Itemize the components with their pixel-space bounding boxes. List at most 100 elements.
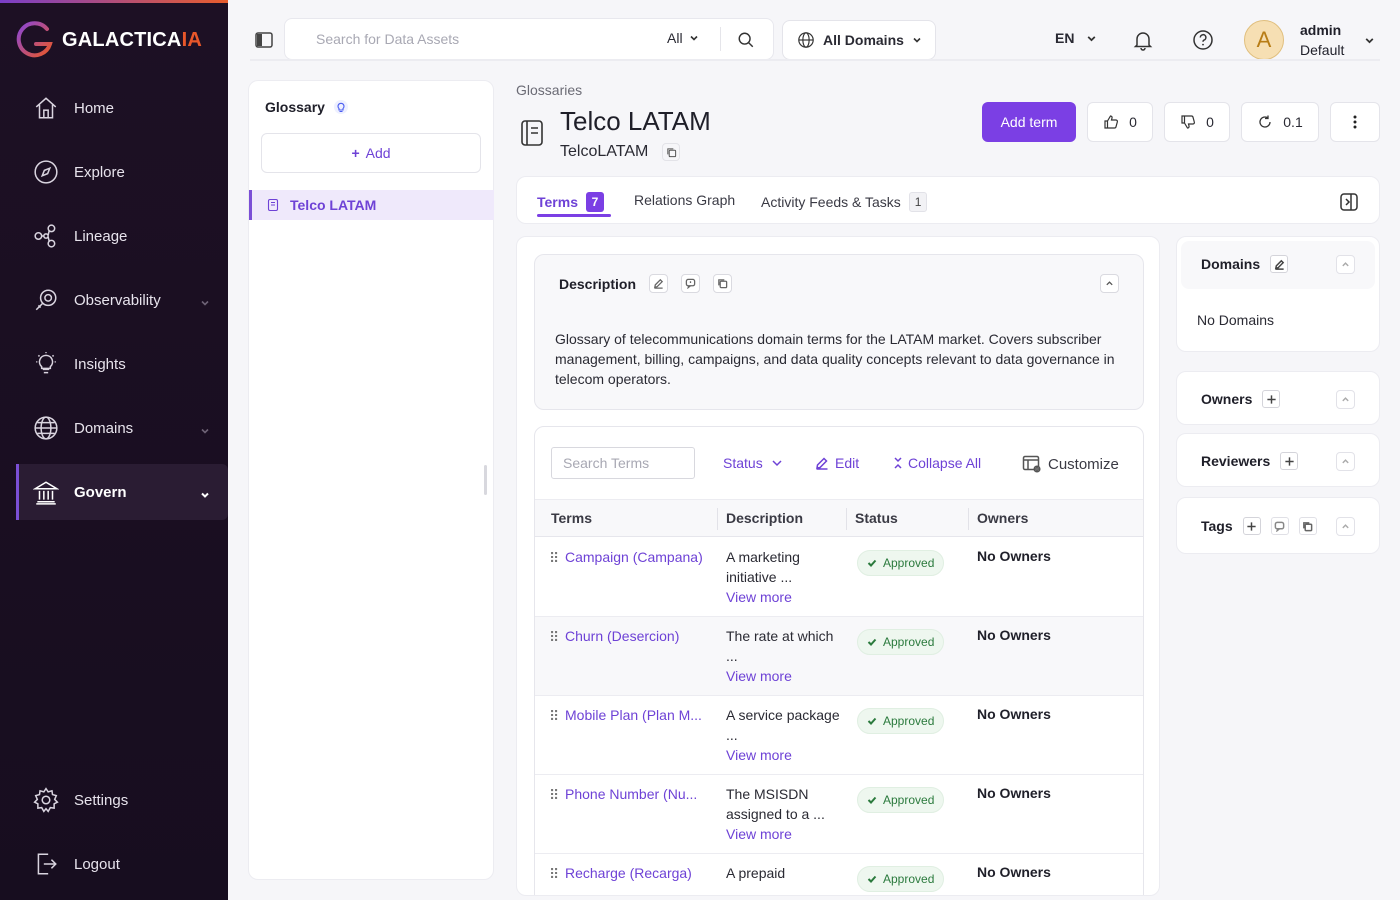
collapse-owners-button[interactable] — [1336, 390, 1355, 409]
help-icon[interactable] — [1192, 29, 1214, 51]
edit-terms-button[interactable]: Edit — [815, 455, 859, 471]
drag-handle-icon[interactable]: ⠿ — [549, 708, 559, 725]
tab-terms[interactable]: Terms 7 — [537, 192, 604, 212]
version-button[interactable]: 0.1 — [1241, 102, 1319, 142]
drag-handle-icon[interactable]: ⠿ — [549, 629, 559, 646]
sidebar-item-label: Govern — [74, 483, 127, 501]
copy-description-button[interactable] — [713, 274, 733, 293]
term-link[interactable]: Campaign (Campana) — [565, 549, 715, 565]
sidebar-item-govern[interactable]: Govern — [16, 464, 228, 520]
column-divider[interactable] — [968, 508, 969, 530]
owners-value: No Owners — [977, 548, 1051, 564]
add-term-button[interactable]: Add term — [982, 102, 1076, 142]
chevron-down-icon[interactable] — [1364, 35, 1375, 46]
term-link[interactable]: Recharge (Recarga) — [565, 865, 715, 881]
language-selector[interactable]: EN — [1055, 30, 1097, 46]
tags-title: Tags — [1201, 517, 1317, 535]
lightbulb-icon — [32, 350, 60, 378]
drag-handle-icon[interactable]: ⠿ — [549, 787, 559, 804]
user-name[interactable]: admin — [1300, 22, 1341, 38]
collapse-all-label: Collapse All — [908, 455, 982, 471]
divider — [250, 59, 1380, 61]
term-description-text: A service package ... — [726, 707, 840, 743]
sidebar-item-settings[interactable]: Settings — [16, 772, 228, 828]
tab-activity-feeds[interactable]: Activity Feeds & Tasks 1 — [761, 192, 928, 212]
term-link[interactable]: Mobile Plan (Plan M... — [565, 707, 715, 723]
sidebar-item-logout[interactable]: Logout — [16, 836, 228, 892]
collapse-description-button[interactable] — [1100, 274, 1119, 293]
sidebar-toggle-icon[interactable] — [254, 30, 274, 50]
search-input[interactable] — [316, 31, 646, 47]
column-header-terms[interactable]: Terms — [551, 510, 592, 526]
request-tags-button[interactable] — [1270, 517, 1289, 535]
copy-button[interactable] — [662, 143, 681, 161]
column-header-description[interactable]: Description — [726, 510, 803, 526]
sidebar-item-label: Insights — [74, 355, 126, 373]
column-header-owners[interactable]: Owners — [977, 510, 1028, 526]
tab-label: Relations Graph — [634, 192, 736, 208]
like-button[interactable]: 0 — [1087, 102, 1153, 142]
view-more-link[interactable]: View more — [726, 824, 844, 844]
search-icon[interactable] — [737, 31, 755, 49]
collapse-reviewers-button[interactable] — [1336, 452, 1355, 471]
column-header-status[interactable]: Status — [855, 510, 898, 526]
owners-value: No Owners — [977, 785, 1051, 801]
customize-columns-button[interactable]: Customize — [1022, 454, 1119, 474]
glossary-item-telco-latam[interactable]: Telco LATAM — [249, 190, 494, 220]
resize-handle[interactable] — [484, 465, 487, 495]
thumbs-up-icon — [1104, 115, 1119, 129]
term-link[interactable]: Phone Number (Nu... — [565, 786, 715, 802]
avatar[interactable]: A — [1244, 20, 1284, 60]
add-owner-button[interactable] — [1262, 390, 1281, 408]
sidebar-item-home[interactable]: Home — [16, 80, 228, 136]
search-terms-input[interactable] — [551, 447, 695, 479]
collapse-domains-button[interactable] — [1336, 255, 1355, 274]
copy-tags-button[interactable] — [1298, 517, 1317, 535]
add-tag-button[interactable] — [1242, 517, 1261, 535]
terms-table-card: Status Edit Collapse All Customize Terms… — [534, 426, 1144, 896]
sidebar-item-domains[interactable]: Domains — [16, 400, 228, 456]
logout-icon — [32, 850, 60, 878]
breadcrumb[interactable]: Glossaries — [516, 82, 582, 98]
owners-title-text: Owners — [1201, 391, 1253, 407]
status-badge: Approved — [857, 550, 945, 576]
bell-icon[interactable] — [1132, 29, 1154, 51]
term-link[interactable]: Churn (Desercion) — [565, 628, 715, 644]
edit-description-button[interactable] — [649, 274, 669, 293]
sidebar-item-insights[interactable]: Insights — [16, 336, 228, 392]
domains-label: All Domains — [823, 32, 904, 48]
chevron-down-icon — [689, 35, 698, 41]
edit-domains-button[interactable] — [1270, 255, 1289, 273]
status-filter-button[interactable]: Status — [723, 455, 783, 471]
collapse-all-button[interactable]: Collapse All — [893, 455, 981, 471]
search-scope-select[interactable]: All — [667, 30, 699, 46]
view-more-link[interactable]: View more — [726, 745, 844, 765]
chevron-down-icon — [200, 423, 210, 434]
collapse-tags-button[interactable] — [1336, 517, 1355, 536]
view-more-link[interactable]: View more — [726, 666, 844, 686]
user-role: Default — [1300, 42, 1345, 58]
sidebar-item-observability[interactable]: Observability — [16, 272, 228, 328]
add-glossary-button[interactable]: + Add — [261, 133, 481, 173]
view-more-link[interactable]: View more — [726, 587, 844, 607]
scrollbar[interactable] — [1143, 499, 1144, 896]
brand[interactable]: GALACTICAIA — [16, 20, 202, 60]
request-description-button[interactable] — [681, 274, 701, 293]
sidebar-item-explore[interactable]: Explore — [16, 144, 228, 200]
tags-card: Tags — [1176, 497, 1380, 554]
column-divider[interactable] — [846, 508, 847, 530]
add-reviewer-button[interactable] — [1280, 452, 1299, 470]
column-divider[interactable] — [717, 508, 718, 530]
drag-handle-icon[interactable]: ⠿ — [549, 550, 559, 567]
sidebar-item-lineage[interactable]: Lineage — [16, 208, 228, 264]
chevron-up-icon — [1342, 524, 1349, 529]
panel-toggle-icon[interactable] — [1339, 192, 1359, 212]
check-icon — [867, 717, 877, 725]
info-bulb-icon[interactable] — [333, 99, 349, 115]
dislike-button[interactable]: 0 — [1164, 102, 1230, 142]
tab-relations-graph[interactable]: Relations Graph — [634, 192, 735, 208]
tab-count-badge: 1 — [908, 192, 928, 212]
more-options-button[interactable] — [1330, 102, 1380, 142]
all-domains-dropdown[interactable]: All Domains — [782, 20, 936, 60]
drag-handle-icon[interactable]: ⠿ — [549, 866, 559, 883]
